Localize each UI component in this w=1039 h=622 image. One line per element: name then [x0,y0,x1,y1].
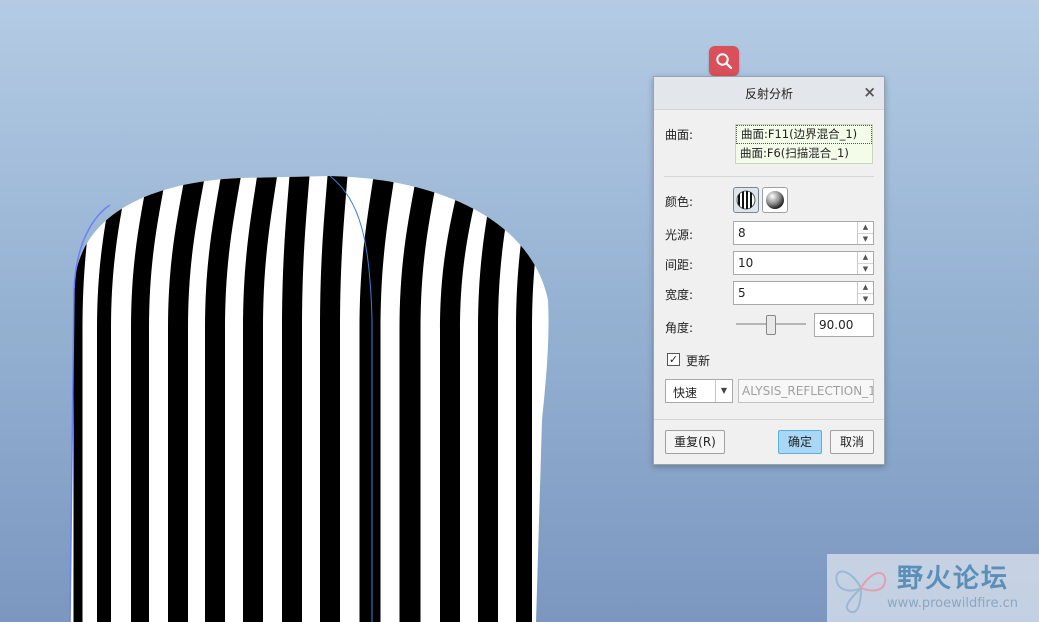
surface-item[interactable]: 曲面:F6(扫描混合_1) [736,144,872,163]
light-stepper[interactable]: 8 ▲ ▼ [733,221,874,245]
watermark-title: 野火论坛 [897,564,1010,594]
mode-select[interactable]: 快速 ▼ [665,379,733,403]
butterfly-logo-icon [835,570,887,614]
analysis-name-field[interactable]: ALYSIS_REFLECTION_1 [738,379,874,403]
surface-label: 曲面: [665,128,694,142]
chevron-down-icon[interactable]: ▼ [715,380,732,402]
separator [664,176,874,177]
angle-value: 90.00 [819,318,854,332]
shaded-sphere-icon [766,191,784,209]
light-value: 8 [738,226,746,240]
dialog-titlebar[interactable]: 反射分析 × [654,77,884,110]
analysis-name-value: ALYSIS_REFLECTION_1 [742,384,874,398]
surface-item[interactable]: 曲面:F11(边界混合_1) [736,125,872,144]
spacing-label: 间距: [665,258,694,272]
repeat-button[interactable]: 重复(R) [665,430,725,454]
update-checkbox[interactable]: ✓ [667,353,680,366]
width-stepper[interactable]: 5 ▲ ▼ [733,281,874,305]
shaded-color-button[interactable] [762,187,788,213]
surface-list[interactable]: 曲面:F11(边界混合_1) 曲面:F6(扫描混合_1) [735,124,873,164]
angle-slider-thumb[interactable] [766,315,776,335]
width-value: 5 [738,286,746,300]
color-label: 颜色: [665,195,694,209]
search-button[interactable] [709,46,739,76]
watermark: 野火论坛 www.proewildfire.cn [827,554,1039,622]
watermark-url: www.proewildfire.cn [887,596,1018,611]
width-label: 宽度: [665,288,694,302]
separator [654,419,884,420]
dialog-title: 反射分析 [744,87,793,101]
spacing-value: 10 [738,256,754,270]
stepper-arrows[interactable]: ▲ ▼ [857,222,873,244]
stepper-arrows[interactable]: ▲ ▼ [857,282,873,304]
spacing-stepper[interactable]: 10 ▲ ▼ [733,251,874,275]
magnifier-icon [716,53,733,70]
close-icon[interactable]: × [863,83,876,101]
reflection-analysis-dialog: 反射分析 × 曲面: 曲面:F11(边界混合_1) 曲面:F6(扫描混合_1) … [653,76,885,465]
update-label: 更新 [686,354,711,368]
light-label: 光源: [665,228,694,242]
zebra-stripes-icon [736,190,756,210]
stripe-color-button[interactable] [733,187,759,213]
cancel-button[interactable]: 取消 [830,430,874,454]
angle-input[interactable]: 90.00 [814,313,874,337]
angle-label: 角度: [665,321,694,335]
mode-value: 快速 [673,386,698,400]
ok-button[interactable]: 确定 [778,430,822,454]
stepper-arrows[interactable]: ▲ ▼ [857,252,873,274]
